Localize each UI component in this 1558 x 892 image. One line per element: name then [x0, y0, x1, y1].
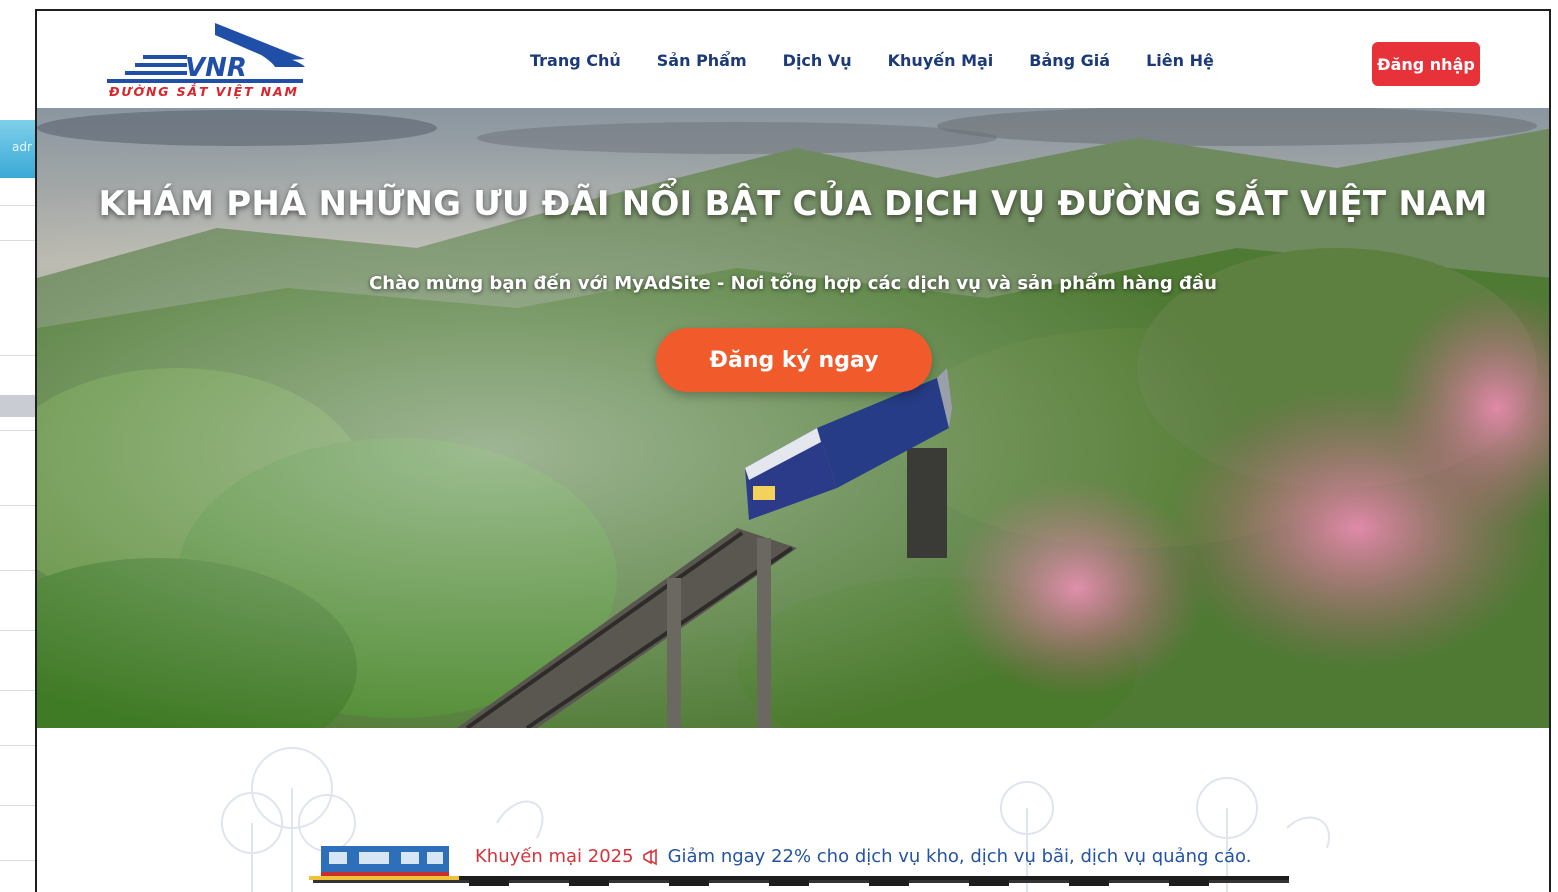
- background-band: [0, 395, 36, 417]
- background-divider: [0, 860, 36, 861]
- background-window: adr: [0, 0, 40, 892]
- background-divider: [0, 630, 36, 631]
- hero-subtitle: Chào mừng bạn đến với MyAdSite - Nơi tổn…: [369, 273, 1217, 294]
- nav-item-dich-vu[interactable]: Dịch Vụ: [783, 51, 852, 70]
- login-button[interactable]: Đăng nhập: [1372, 42, 1480, 86]
- nav-item-lien-he[interactable]: Liên Hệ: [1146, 51, 1214, 70]
- nav-item-san-pham[interactable]: Sản Phẩm: [657, 51, 747, 70]
- site-logo[interactable]: VNR ĐƯỜNG SẮT VIỆT NAM: [105, 21, 311, 99]
- promo-section: Khuyến mại 2025 Giảm ngay 22% cho dịch v…: [37, 728, 1549, 892]
- vnr-logo-icon: VNR ĐƯỜNG SẮT VIỆT NAM: [107, 23, 305, 99]
- background-divider: [0, 240, 36, 241]
- register-now-button[interactable]: Đăng ký ngay: [656, 328, 932, 392]
- background-divider: [0, 745, 36, 746]
- browser-page: VNR ĐƯỜNG SẮT VIỆT NAM Trang Chủ Sản Phẩ…: [35, 9, 1551, 892]
- promo-label: Khuyến mại 2025: [475, 846, 634, 867]
- nav-item-bang-gia[interactable]: Bảng Giá: [1029, 51, 1110, 70]
- background-divider: [0, 430, 36, 431]
- background-window-tab-label: adr: [12, 140, 32, 154]
- megaphone-icon: [642, 848, 660, 866]
- nav-item-khuyen-mai[interactable]: Khuyến Mại: [888, 51, 994, 70]
- logo-subtitle: ĐƯỜNG SẮT VIỆT NAM: [108, 83, 298, 99]
- background-divider: [0, 505, 36, 506]
- background-divider: [0, 355, 36, 356]
- background-divider: [0, 570, 36, 571]
- main-nav: Trang Chủ Sản Phẩm Dịch Vụ Khuyến Mại Bả…: [530, 51, 1214, 70]
- logo-text: VNR: [185, 53, 247, 83]
- promo-announcement: Khuyến mại 2025 Giảm ngay 22% cho dịch v…: [475, 846, 1251, 867]
- promo-message: Giảm ngay 22% cho dịch vụ kho, dịch vụ b…: [667, 846, 1252, 867]
- site-header: VNR ĐƯỜNG SẮT VIỆT NAM Trang Chủ Sản Phẩ…: [37, 11, 1549, 108]
- hero-title: KHÁM PHÁ NHỮNG ƯU ĐÃI NỔI BẬT CỦA DỊCH V…: [98, 184, 1488, 224]
- nav-item-trang-chu[interactable]: Trang Chủ: [530, 51, 621, 70]
- background-divider: [0, 690, 36, 691]
- background-divider: [0, 805, 36, 806]
- background-divider: [0, 205, 36, 206]
- hero-banner: KHÁM PHÁ NHỮNG ƯU ĐÃI NỔI BẬT CỦA DỊCH V…: [37, 108, 1549, 728]
